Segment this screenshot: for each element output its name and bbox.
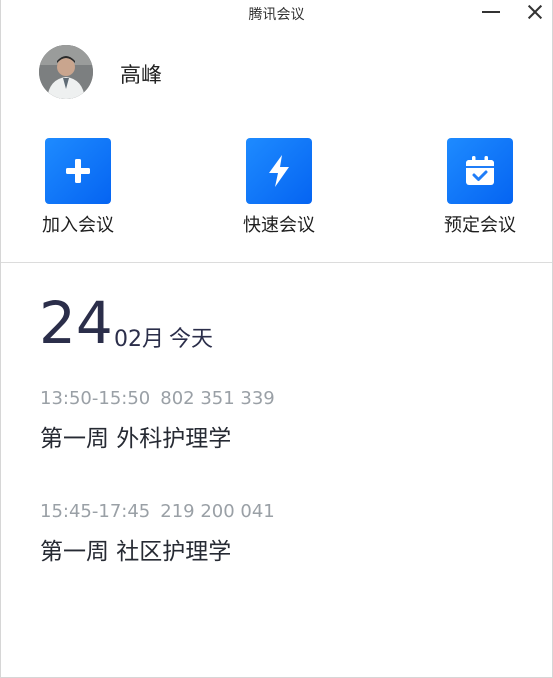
date-day: 24 bbox=[39, 289, 113, 357]
meeting-meta: 13:50-15:50 802 351 339 bbox=[40, 388, 275, 409]
join-meeting-label: 加入会议 bbox=[42, 215, 114, 236]
avatar-photo bbox=[39, 45, 93, 99]
section-divider bbox=[1, 262, 552, 263]
close-icon[interactable] bbox=[522, 2, 548, 24]
schedule-meeting-tile[interactable] bbox=[447, 138, 513, 204]
lightning-icon bbox=[269, 155, 289, 187]
meeting-list-item[interactable]: 15:45-17:45 219 200 041 第一周 社区护理学 bbox=[40, 501, 275, 566]
join-meeting-tile[interactable] bbox=[45, 138, 111, 204]
window-title: 腾讯会议 bbox=[248, 7, 305, 23]
meeting-meta: 15:45-17:45 219 200 041 bbox=[40, 501, 275, 522]
quick-meeting-tile[interactable] bbox=[246, 138, 312, 204]
date-month: 02月 bbox=[114, 327, 164, 352]
meeting-id: 219 200 041 bbox=[160, 501, 275, 522]
schedule-meeting-label: 预定会议 bbox=[444, 215, 516, 236]
meeting-list-item[interactable]: 13:50-15:50 802 351 339 第一周 外科护理学 bbox=[40, 388, 275, 453]
meeting-subject: 第一周 外科护理学 bbox=[40, 426, 232, 452]
calendar-check-icon bbox=[466, 156, 494, 185]
meeting-id: 802 351 339 bbox=[160, 388, 275, 409]
user-name: 高峰 bbox=[120, 63, 162, 87]
quick-meeting-button[interactable]: 快速会议 bbox=[234, 138, 324, 237]
meeting-time: 13:50-15:50 bbox=[40, 388, 151, 409]
quick-meeting-label: 快速会议 bbox=[243, 215, 315, 236]
schedule-meeting-button[interactable]: 预定会议 bbox=[435, 138, 525, 237]
avatar[interactable] bbox=[39, 45, 93, 99]
title-bar: 腾讯会议 bbox=[1, 0, 552, 28]
minimize-icon[interactable] bbox=[478, 2, 504, 24]
meeting-subject: 第一周 社区护理学 bbox=[40, 539, 232, 565]
join-meeting-button[interactable]: 加入会议 bbox=[33, 138, 123, 237]
today-label: 今天 bbox=[169, 327, 214, 352]
plus-icon bbox=[66, 159, 90, 183]
meeting-time: 15:45-17:45 bbox=[40, 501, 151, 522]
